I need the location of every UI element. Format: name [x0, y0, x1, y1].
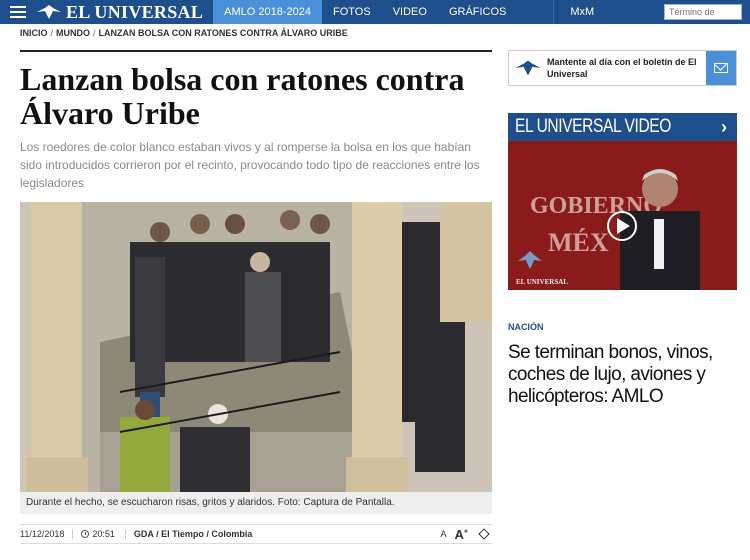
article-time: 20:51: [92, 529, 115, 539]
nav-item-amlo[interactable]: AMLO 2018-2024: [213, 0, 322, 24]
article-date: 11/12/2018: [20, 529, 74, 539]
article-source: GDA / El Tiempo / Colombia: [133, 529, 253, 539]
logo-text: EL UNIVERSAL: [66, 1, 204, 22]
breadcrumb: INICIO / MUNDO / LANZAN BOLSA CON RATONE…: [20, 28, 348, 38]
video-watermark: EL UNIVERSAL: [516, 278, 568, 286]
video-section-header[interactable]: EL UNIVERSAL VIDEO ›: [508, 113, 737, 141]
clock-icon: [81, 530, 90, 538]
photo-caption: Durante el hecho, se escucharon risas, g…: [20, 492, 492, 514]
article-photo: [20, 202, 492, 492]
nav-item-fotos[interactable]: FOTOS: [322, 0, 382, 24]
site-logo[interactable]: EL UNIVERSAL: [36, 0, 213, 24]
nav-item-video[interactable]: VIDEO: [382, 0, 438, 24]
newsletter-subscribe-button[interactable]: [706, 51, 736, 85]
font-size-controls: A A+: [441, 527, 493, 542]
video-thumbnail[interactable]: GOBIERNO MÉX EL UNIVERSAL: [508, 141, 737, 290]
chevron-right-icon[interactable]: ›: [721, 117, 727, 138]
breadcrumb-separator: /: [93, 28, 96, 38]
video-bg-text: MÉX: [548, 228, 609, 257]
nav-item-mxm[interactable]: MxM: [553, 0, 605, 24]
share-icon[interactable]: [478, 528, 490, 540]
eagle-logo-icon: [509, 51, 547, 85]
breadcrumb-mundo[interactable]: MUNDO: [56, 28, 90, 38]
eagle-logo-icon: [37, 5, 61, 19]
video-section-title: EL UNIVERSAL VIDEO: [515, 116, 671, 137]
article-summary: Los roedores de color blanco estaban viv…: [20, 140, 480, 190]
breadcrumb-separator: /: [50, 28, 54, 38]
newsletter-signup[interactable]: Mantente al día con el boletín de El Uni…: [508, 50, 737, 86]
nav-item-graficos[interactable]: GRÁFICOS: [438, 0, 517, 24]
title-divider: [20, 50, 492, 52]
increase-font-label: A: [454, 526, 464, 542]
search-input[interactable]: [664, 4, 742, 20]
breadcrumb-current: LANZAN BOLSA CON RATONES CONTRA ÁLVARO U…: [98, 28, 348, 38]
article-title: Lanzan bolsa con ratones contra Álvaro U…: [20, 61, 465, 131]
decrease-font-button[interactable]: A: [441, 529, 447, 539]
side-story-headline[interactable]: Se terminan bonos, vinos, coches de lujo…: [508, 342, 737, 408]
increase-font-button[interactable]: A+: [455, 527, 468, 542]
top-navigation-bar: EL UNIVERSAL AMLO 2018-2024 FOTOS VIDEO …: [0, 0, 750, 24]
plus-icon: +: [463, 528, 468, 536]
menu-icon[interactable]: [0, 0, 36, 24]
mail-icon: [714, 63, 728, 73]
section-tag-nacion[interactable]: NACIÓN: [508, 322, 544, 332]
article-meta: 11/12/2018 20:51 GDA / El Tiempo / Colom…: [20, 524, 492, 544]
article-time-wrapper: 20:51: [73, 529, 126, 539]
newsletter-text: Mantente al día con el boletín de El Uni…: [547, 57, 697, 79]
breadcrumb-inicio[interactable]: INICIO: [20, 28, 48, 38]
